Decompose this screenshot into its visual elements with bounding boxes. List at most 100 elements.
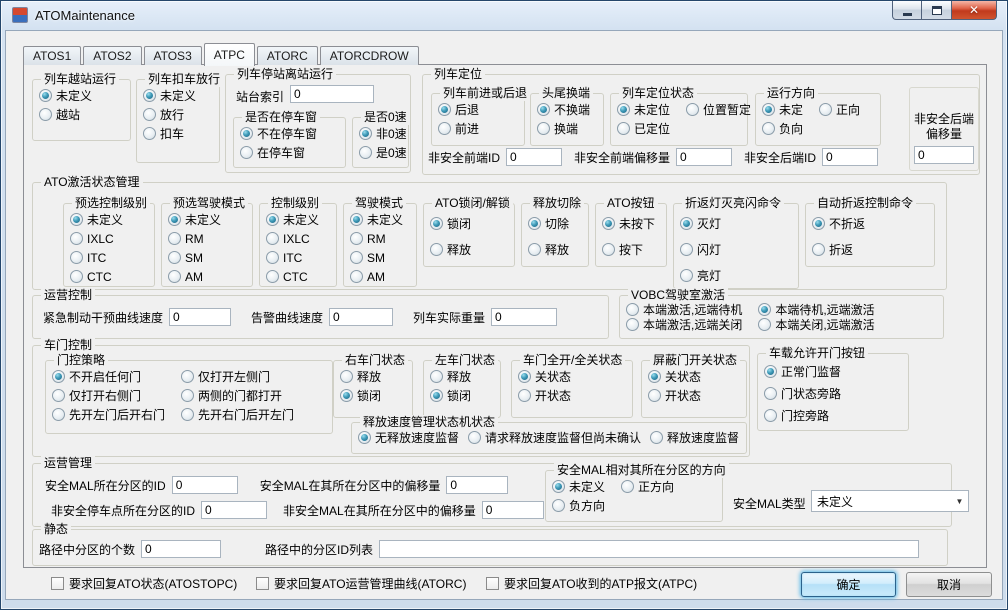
radio-option[interactable]: 闪灯 bbox=[680, 236, 796, 262]
radio-option[interactable]: SM bbox=[350, 248, 414, 267]
radio-option[interactable]: SM bbox=[168, 248, 250, 267]
radio-option[interactable]: 仅打开右侧门 bbox=[52, 386, 165, 405]
tab-atpc[interactable]: ATPC bbox=[204, 43, 255, 66]
mal-type-combobox[interactable]: 未定义 ▼ bbox=[811, 490, 969, 512]
radio-option[interactable]: 未定 bbox=[762, 100, 803, 119]
rear-id-input[interactable] bbox=[822, 148, 878, 166]
radio-option[interactable]: 非0速 bbox=[359, 124, 406, 143]
radio-option[interactable]: 未定义 bbox=[70, 210, 152, 229]
tab-atos3[interactable]: ATOS3 bbox=[144, 46, 202, 65]
radio-option[interactable]: ITC bbox=[70, 248, 152, 267]
radio-option[interactable]: 越站 bbox=[39, 105, 128, 124]
radio-option[interactable]: 已定位 bbox=[617, 119, 670, 138]
radio-option[interactable]: 未按下 bbox=[602, 210, 664, 236]
radio-option[interactable]: 本端激活,远端关闭 bbox=[626, 317, 742, 332]
train-weight-input[interactable] bbox=[491, 308, 557, 326]
unsafe-mal-offset-input[interactable] bbox=[482, 501, 544, 519]
maximize-button[interactable] bbox=[922, 1, 951, 20]
radio-option[interactable]: 仅打开左侧门 bbox=[181, 367, 294, 386]
radio-option[interactable]: 释放速度监督 bbox=[650, 428, 739, 447]
checkbox-reply-ato-status[interactable]: 要求回复ATO状态(ATOSTOPC) bbox=[51, 575, 237, 592]
cancel-button[interactable]: 取消 bbox=[906, 572, 992, 597]
radio-option[interactable]: 换端 bbox=[537, 119, 601, 138]
close-button[interactable]: ✕ bbox=[951, 1, 997, 20]
titlebar[interactable]: ATOMaintenance ✕ bbox=[1, 1, 1007, 30]
warn-curve-input[interactable] bbox=[329, 308, 393, 326]
radio-option[interactable]: 未定义 bbox=[39, 86, 128, 105]
radio-option[interactable]: 锁闭 bbox=[430, 210, 512, 236]
radio-option[interactable]: 释放 bbox=[430, 236, 512, 262]
rear-offset-input[interactable] bbox=[914, 146, 974, 164]
front-offset-input[interactable] bbox=[676, 148, 732, 166]
radio-option[interactable]: RM bbox=[350, 229, 414, 248]
radio-option[interactable]: 在停车窗 bbox=[240, 143, 343, 162]
radio-option[interactable]: IXLC bbox=[266, 229, 334, 248]
radio-option[interactable]: 未定义 bbox=[143, 86, 217, 105]
radio-option[interactable]: 关状态 bbox=[518, 367, 630, 386]
radio-option[interactable]: 按下 bbox=[602, 236, 664, 262]
radio-option[interactable]: 释放 bbox=[340, 367, 410, 386]
radio-option[interactable]: ITC bbox=[266, 248, 334, 267]
radio-option[interactable]: 锁闭 bbox=[340, 386, 410, 405]
radio-option[interactable]: RM bbox=[168, 229, 250, 248]
radio-option[interactable]: 未定义 bbox=[168, 210, 250, 229]
radio-option[interactable]: 本端待机,远端激活 bbox=[758, 302, 874, 317]
front-id-input[interactable] bbox=[506, 148, 562, 166]
radio-option[interactable]: 本端激活,远端待机 bbox=[626, 302, 742, 317]
radio-option[interactable]: 灭灯 bbox=[680, 210, 796, 236]
eb-curve-input[interactable] bbox=[169, 308, 231, 326]
radio-option[interactable]: 开状态 bbox=[518, 386, 630, 405]
checkbox-reply-atp-message[interactable]: 要求回复ATO收到的ATP报文(ATPC) bbox=[486, 575, 697, 592]
radio-option[interactable]: 两侧的门都打开 bbox=[181, 386, 294, 405]
radio-option[interactable]: IXLC bbox=[70, 229, 152, 248]
radio-option[interactable]: 本端关闭,远端激活 bbox=[758, 317, 874, 332]
checkbox-reply-ato-curve[interactable]: 要求回复ATO运营管理曲线(ATORC) bbox=[256, 575, 466, 592]
radio-option[interactable]: 未定义 bbox=[350, 210, 414, 229]
radio-option[interactable]: 折返 bbox=[812, 236, 932, 262]
minimize-button[interactable] bbox=[892, 1, 922, 20]
radio-option[interactable]: 正常门监督 bbox=[764, 360, 906, 382]
radio-option[interactable]: 锁闭 bbox=[430, 386, 498, 405]
radio-option[interactable]: 不开启任何门 bbox=[52, 367, 165, 386]
tab-atos2[interactable]: ATOS2 bbox=[83, 46, 141, 65]
safe-mal-zone-id-input[interactable] bbox=[172, 476, 238, 494]
radio-option[interactable]: 请求释放速度监督但尚未确认 bbox=[468, 428, 641, 447]
radio-option[interactable]: 正向 bbox=[819, 100, 860, 119]
radio-option[interactable]: 后退 bbox=[438, 100, 522, 119]
tab-atos1[interactable]: ATOS1 bbox=[23, 46, 81, 65]
radio-option[interactable]: 不换端 bbox=[537, 100, 601, 119]
tab-atorcdrow[interactable]: ATORCDROW bbox=[320, 46, 419, 65]
safe-mal-offset-input[interactable] bbox=[446, 476, 508, 494]
radio-option[interactable]: 关状态 bbox=[648, 367, 744, 386]
unsafe-stop-zone-id-input[interactable] bbox=[201, 501, 267, 519]
radio-option[interactable]: 是0速 bbox=[359, 143, 406, 162]
radio-option[interactable]: 释放 bbox=[528, 236, 586, 262]
radio-option[interactable]: 亮灯 bbox=[680, 262, 796, 288]
platform-index-input[interactable] bbox=[290, 85, 374, 103]
radio-option[interactable]: 先开右门后开左门 bbox=[181, 405, 294, 424]
radio-option[interactable]: 正方向 bbox=[621, 477, 674, 496]
radio-option[interactable]: 放行 bbox=[143, 105, 217, 124]
radio-option[interactable]: 不在停车窗 bbox=[240, 124, 343, 143]
radio-option[interactable]: 切除 bbox=[528, 210, 586, 236]
tab-atorc[interactable]: ATORC bbox=[257, 46, 318, 65]
radio-option[interactable]: 负方向 bbox=[552, 496, 605, 515]
radio-option[interactable]: 负向 bbox=[762, 119, 803, 138]
radio-option[interactable]: 释放 bbox=[430, 367, 498, 386]
radio-option[interactable]: 门状态旁路 bbox=[764, 382, 906, 404]
radio-option[interactable]: 扣车 bbox=[143, 124, 217, 143]
radio-option[interactable]: 未定义 bbox=[552, 477, 605, 496]
radio-option[interactable]: 未定位 bbox=[617, 100, 670, 119]
radio-option[interactable]: CTC bbox=[266, 267, 334, 286]
zone-count-input[interactable] bbox=[141, 540, 221, 558]
radio-option[interactable]: 先开左门后开右门 bbox=[52, 405, 165, 424]
radio-option[interactable]: CTC bbox=[70, 267, 152, 286]
radio-option[interactable]: 门控旁路 bbox=[764, 404, 906, 426]
zone-id-list-input[interactable] bbox=[379, 540, 919, 558]
radio-option[interactable]: 不折返 bbox=[812, 210, 932, 236]
radio-option[interactable]: AM bbox=[350, 267, 414, 286]
radio-option[interactable]: AM bbox=[168, 267, 250, 286]
radio-option[interactable]: 前进 bbox=[438, 119, 522, 138]
radio-option[interactable]: 无释放速度监督 bbox=[358, 428, 459, 447]
radio-option[interactable]: 未定义 bbox=[266, 210, 334, 229]
